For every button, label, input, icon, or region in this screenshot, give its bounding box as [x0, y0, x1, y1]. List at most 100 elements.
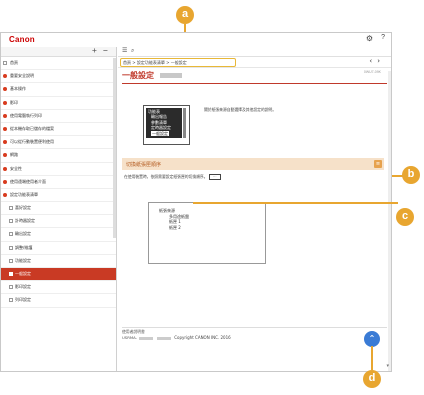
callout-c: c	[396, 208, 414, 226]
back-to-top-button[interactable]: ⌃	[364, 331, 380, 347]
expand-dot-icon	[3, 87, 7, 92]
page-icon	[9, 232, 13, 237]
doc-id: 0WU7-09K	[363, 70, 381, 74]
expand-dot-icon	[3, 74, 7, 79]
sidebar: + − 首頁重要安全說明 基本操作影印使用電腦執行列印從本機存取已儲存的檔案 可以從…	[1, 47, 117, 371]
gear-icon[interactable]: ⚙	[366, 34, 373, 43]
page-icon	[9, 219, 13, 224]
sidebar-item[interactable]: 列印設定	[1, 294, 116, 308]
canon-logo: Canon	[9, 35, 35, 44]
sidebar-item[interactable]: 功能設定	[1, 255, 116, 268]
expand-dot-icon	[3, 100, 7, 105]
sidebar-item-label: 影印設定	[15, 284, 31, 290]
expand-dot-icon	[3, 140, 7, 145]
sidebar-item-label: 安全性	[10, 165, 22, 171]
sidebar-item[interactable]: 首頁	[1, 57, 116, 71]
footer-redacted	[139, 336, 153, 340]
sidebar-item[interactable]: 基本操作	[1, 83, 116, 97]
sidebar-item-label: 輸出設定	[15, 231, 31, 237]
sidebar-item-label: 首頁	[10, 60, 18, 65]
paragraph-text: 在使用裝置時，依照需要設定紙張匣的切換順序。	[124, 174, 208, 179]
example-box: 紙張來源 多用途紙盤 紙匣 1 紙匣 2	[148, 202, 266, 264]
page-icon	[9, 206, 13, 211]
sidebar-item[interactable]: 調整/維護	[1, 242, 116, 255]
inline-key-icon: ⋯	[208, 174, 221, 180]
page-nav-arrows[interactable]: ‹›	[369, 57, 385, 65]
content-scrollbar[interactable]	[388, 71, 391, 371]
breadcrumb[interactable]: 首頁 > 設定功能表清單 > 一般設定	[120, 58, 236, 67]
footer: 使用者說明書 USRMA- Copyright CANON INC. 2016	[122, 329, 231, 341]
footer-divider	[122, 327, 387, 328]
screen-item-selected: 一般設定	[151, 130, 169, 137]
footer-code: USRMA-	[122, 335, 137, 340]
expand-dot-icon	[3, 179, 7, 184]
page-icon	[9, 298, 13, 303]
search-icon[interactable]: ⌕	[131, 47, 134, 55]
scroll-down-icon[interactable]: ▾	[386, 363, 389, 369]
section-title: 切換紙張匣順序	[126, 162, 162, 168]
page-icon	[3, 61, 7, 65]
sidebar-item-label: 喜好設定	[15, 205, 31, 211]
help-icon[interactable]: ?	[381, 34, 385, 41]
main-content: ☰ ⌕ 首頁 > 設定功能表清單 > 一般設定 ‹› 一般設定 0WU7-09K…	[118, 47, 391, 371]
sidebar-item-label: 重要安全說明	[10, 73, 34, 79]
sidebar-item-label: 從本機存取已儲存的檔案	[10, 125, 54, 131]
callout-d: d	[363, 370, 381, 388]
expand-dot-icon	[3, 166, 7, 171]
section-header[interactable]: 切換紙張匣順序 ≡	[122, 158, 384, 170]
screen-menu-list: 功能表 輸出報告 參數清單 定時器設定 一般設定	[146, 108, 182, 138]
screenshot-root: a Canon ⚙ ? + − 首頁重要安全說明 基本操作影印使用電腦執行列印從本…	[0, 0, 424, 395]
sidebar-item[interactable]: 計時器設定	[1, 215, 116, 229]
collapse-section-icon[interactable]: ≡	[374, 160, 382, 168]
sidebar-item-label: 一般設定	[15, 271, 31, 276]
collapse-all-icon[interactable]: −	[103, 47, 108, 55]
screen-item: 一般設定	[148, 130, 180, 137]
callout-b: b	[402, 166, 420, 184]
page-title: 一般設定	[122, 71, 154, 80]
sidebar-item-label: 影印	[10, 99, 18, 105]
example-line: 紙匣 2	[169, 224, 181, 230]
sidebar-item[interactable]: 使用電腦執行列印	[1, 110, 116, 123]
page-icon	[9, 245, 13, 250]
sidebar-item[interactable]: 影印	[1, 97, 116, 110]
sidebar-item[interactable]: 輸出設定	[1, 228, 116, 242]
sidebar-item-label: 使用遠端使用者介面	[10, 178, 46, 184]
expand-dot-icon	[3, 126, 7, 131]
title-redacted	[160, 73, 182, 78]
expand-dot-icon	[3, 192, 7, 197]
sidebar-item[interactable]: 影印設定	[1, 281, 116, 295]
sidebar-item[interactable]: 喜好設定	[1, 202, 116, 216]
sidebar-item[interactable]: 使用遠端使用者介面	[1, 176, 116, 189]
sidebar-scrollbar[interactable]	[113, 58, 116, 238]
sidebar-header: + −	[1, 47, 116, 57]
sidebar-item[interactable]: 一般設定	[1, 268, 116, 282]
sidebar-item[interactable]: 安全性	[1, 163, 116, 176]
sidebar-item-label: 網路	[10, 152, 18, 158]
list-view-icon[interactable]: ☰	[122, 47, 127, 54]
sidebar-item-label: 列印設定	[15, 297, 31, 303]
sidebar-item[interactable]: 重要安全說明	[1, 70, 116, 84]
screen-scrollbar	[183, 108, 186, 138]
page-icon	[9, 272, 13, 276]
sidebar-item[interactable]: 設定功能表清單	[1, 189, 116, 203]
sidebar-item-label: 基本操作	[10, 86, 26, 92]
page-icon	[9, 258, 13, 263]
footer-line-2: USRMA- Copyright CANON INC. 2016	[122, 335, 231, 341]
callout-a: a	[176, 6, 194, 24]
expand-all-icon[interactable]: +	[92, 47, 97, 55]
top-bar: Canon ⚙ ?	[1, 33, 391, 47]
title-rule	[122, 83, 387, 84]
screen-image: 功能表 輸出報告 參數清單 定時器設定 一般設定	[143, 105, 190, 145]
expand-dot-icon	[3, 153, 7, 158]
sidebar-item[interactable]: 可以從行動裝置便利使用	[1, 136, 116, 150]
sidebar-item-label: 設定功能表清單	[10, 191, 38, 197]
sidebar-item[interactable]: 網路	[1, 149, 116, 163]
sidebar-item[interactable]: 從本機存取已儲存的檔案	[1, 123, 116, 137]
sidebar-item-label: 可以從行動裝置便利使用	[10, 139, 54, 145]
section-paragraph: 在使用裝置時，依照需要設定紙張匣的切換順序。 ⋯	[124, 174, 382, 180]
sidebar-nav-list: 首頁重要安全說明 基本操作影印使用電腦執行列印從本機存取已儲存的檔案 可以從行動裝置…	[1, 57, 116, 308]
expand-dot-icon	[3, 113, 7, 118]
sidebar-item-label: 功能設定	[15, 257, 31, 263]
copyright: Copyright CANON INC. 2016	[174, 335, 231, 340]
page-icon	[9, 285, 13, 290]
